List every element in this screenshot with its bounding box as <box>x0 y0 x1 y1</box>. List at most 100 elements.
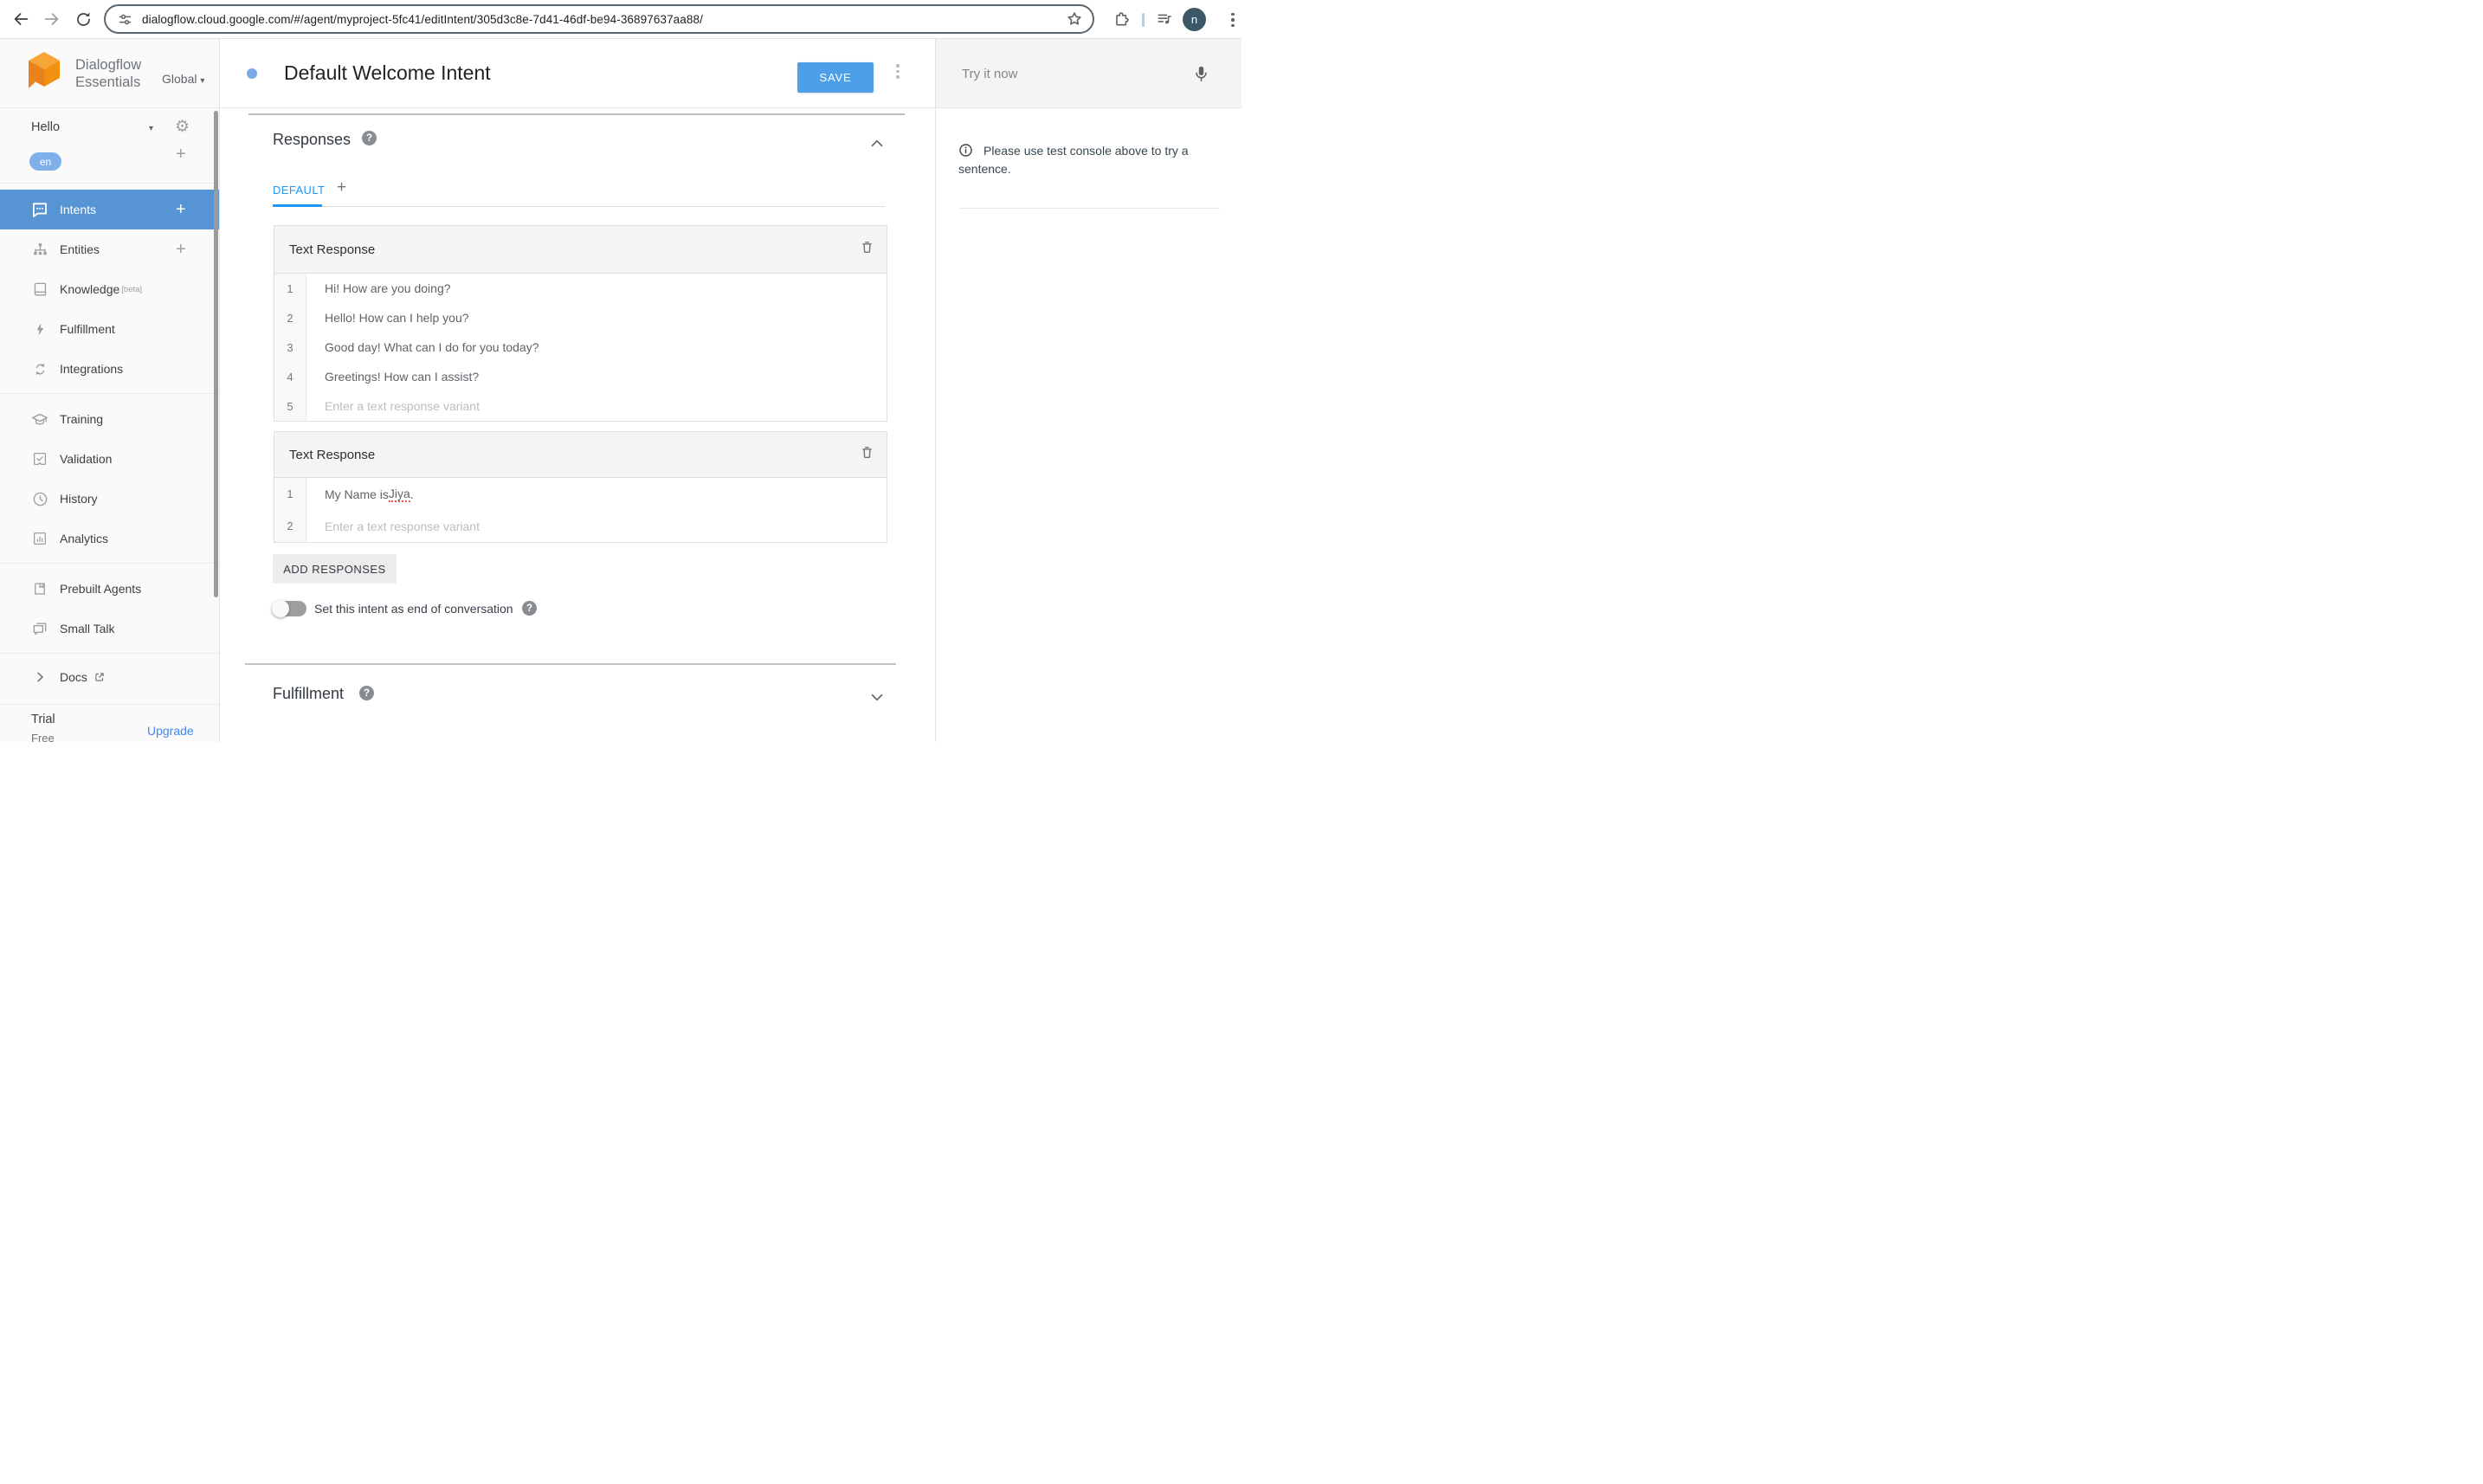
add-entity-icon[interactable]: + <box>176 240 186 260</box>
test-console-header: Try it now <box>936 39 1242 108</box>
text-response-card: Text Response 1 Hi! How are you doing? 2… <box>274 225 887 422</box>
chat-bubble-icon <box>31 201 48 218</box>
dialogflow-logo-icon <box>29 52 60 88</box>
text-response-row[interactable]: 3 Good day! What can I do for you today? <box>274 332 887 362</box>
avatar-letter: n <box>1190 13 1198 26</box>
intent-header: Default Welcome Intent SAVE <box>221 39 935 108</box>
external-link-icon <box>94 671 106 683</box>
bookmark-star-icon[interactable] <box>1066 10 1083 28</box>
intent-status-dot <box>247 68 257 79</box>
lightning-bolt-icon <box>31 320 48 338</box>
collapse-section-icon[interactable] <box>867 134 887 158</box>
sidebar-item-validation[interactable]: Validation <box>0 439 219 479</box>
sidebar-item-entities[interactable]: Entities + <box>0 229 219 269</box>
row-number: 1 <box>274 478 306 510</box>
text-response-row[interactable]: 4 Greetings! How can I assist? <box>274 362 887 391</box>
browser-menu-icon[interactable] <box>1222 10 1243 30</box>
upgrade-link[interactable]: Upgrade <box>147 724 194 738</box>
try-it-now-input[interactable]: Try it now <box>962 67 1017 81</box>
text-response-card-header: Text Response <box>274 432 887 478</box>
language-code: en <box>39 155 52 168</box>
text-response-row[interactable]: 2 Hello! How can I help you? <box>274 303 887 332</box>
language-badge[interactable]: en <box>29 152 61 171</box>
sidebar-item-label: Analytics <box>60 532 109 545</box>
extensions-icon[interactable] <box>1111 9 1132 29</box>
expand-section-icon[interactable] <box>867 687 887 711</box>
agent-selector[interactable]: Hello <box>31 120 60 134</box>
check-box-icon <box>31 450 48 468</box>
sidebar-scrollbar[interactable] <box>214 111 218 597</box>
text-response-row[interactable]: 2 Enter a text response variant <box>274 510 887 542</box>
add-intent-icon[interactable]: + <box>176 200 186 220</box>
end-of-conversation-toggle[interactable] <box>272 600 306 617</box>
site-settings-icon[interactable] <box>117 11 133 28</box>
row-input-placeholder[interactable]: Enter a text response variant <box>306 510 887 542</box>
beta-badge: [beta] <box>121 284 143 294</box>
text-response-row[interactable]: 5 Enter a text response variant <box>274 391 887 421</box>
row-number: 5 <box>274 391 306 421</box>
avatar[interactable]: n <box>1183 8 1206 31</box>
media-controls-icon[interactable] <box>1154 9 1175 29</box>
agent-chevron-down-icon[interactable]: ▾ <box>149 124 153 133</box>
sidebar-item-docs[interactable]: Docs <box>0 657 219 697</box>
forward-icon[interactable] <box>42 9 62 29</box>
row-input-placeholder[interactable]: Enter a text response variant <box>306 391 887 421</box>
sidebar-item-integrations[interactable]: Integrations <box>0 349 219 389</box>
sidebar-item-training[interactable]: Training <box>0 399 219 439</box>
tab-default[interactable]: DEFAULT <box>273 184 325 197</box>
brand-line2: Essentials <box>75 74 141 90</box>
delete-card-icon[interactable] <box>860 444 874 465</box>
sidebar-item-analytics[interactable]: Analytics <box>0 519 219 558</box>
book-icon <box>31 281 48 298</box>
sidebar-item-fulfillment[interactable]: Fulfillment <box>0 309 219 349</box>
divider <box>245 663 896 665</box>
misspelled-word: Jiya <box>388 486 410 502</box>
reload-icon[interactable] <box>73 9 94 29</box>
fulfillment-help-icon[interactable]: ? <box>359 686 374 700</box>
row-text[interactable]: My Name is Jiya. <box>306 478 887 510</box>
text-response-card-header: Text Response <box>274 226 887 274</box>
toggle-help-icon[interactable]: ? <box>522 601 537 616</box>
save-button[interactable]: SAVE <box>797 62 874 93</box>
sidebar-item-small-talk[interactable]: Small Talk <box>0 609 219 648</box>
row-text-part: . <box>410 487 414 501</box>
fulfillment-section-title: Fulfillment <box>273 685 345 702</box>
text-response-row[interactable]: 1 My Name is Jiya. <box>274 478 887 510</box>
address-bar[interactable]: dialogflow.cloud.google.com/#/agent/mypr… <box>104 4 1094 34</box>
row-text[interactable]: Greetings! How can I assist? <box>306 362 887 391</box>
chat-bubbles-icon <box>31 620 48 637</box>
text-response-row[interactable]: 1 Hi! How are you doing? <box>274 274 887 303</box>
add-response-tab-icon[interactable]: + <box>337 178 346 197</box>
sidebar-item-knowledge[interactable]: Knowledge [beta] <box>0 269 219 309</box>
url-text[interactable]: dialogflow.cloud.google.com/#/agent/mypr… <box>142 13 703 26</box>
card-title: Text Response <box>289 447 376 462</box>
add-language-icon[interactable]: + <box>176 145 186 165</box>
intent-menu-icon[interactable] <box>896 64 900 79</box>
brand-title: Dialogflow Essentials <box>75 56 141 91</box>
row-number: 1 <box>274 274 306 303</box>
agent-settings-gear-icon[interactable]: ⚙ <box>175 117 190 137</box>
sidebar-item-intents[interactable]: Intents + <box>0 190 219 229</box>
sidebar: Dialogflow Essentials Global ▾ Hello ▾ ⚙… <box>0 39 220 745</box>
text-response-card: Text Response 1 My Name is Jiya. 2 Enter… <box>274 431 887 543</box>
microphone-icon[interactable] <box>1192 64 1210 87</box>
sidebar-item-prebuilt-agents[interactable]: Prebuilt Agents <box>0 569 219 609</box>
add-responses-button[interactable]: ADD RESPONSES <box>273 554 397 584</box>
test-console-panel: Try it now Please use test console above… <box>935 39 1242 742</box>
toolbar-divider <box>1142 13 1145 27</box>
row-text[interactable]: Hello! How can I help you? <box>306 303 887 332</box>
divider <box>0 563 219 564</box>
delete-card-icon[interactable] <box>860 239 874 260</box>
responses-section-title: Responses <box>273 131 351 148</box>
region-selector[interactable]: Global ▾ <box>162 72 204 86</box>
row-text[interactable]: Good day! What can I do for you today? <box>306 332 887 362</box>
toggle-label: Set this intent as end of conversation <box>314 602 513 616</box>
sidebar-item-label: Intents <box>60 203 97 216</box>
sidebar-item-history[interactable]: History <box>0 479 219 519</box>
responses-help-icon[interactable]: ? <box>362 131 377 145</box>
sidebar-item-label: Integrations <box>60 362 124 376</box>
sidebar-item-label: Validation <box>60 452 113 466</box>
sidebar-item-label: Small Talk <box>60 622 115 636</box>
row-text[interactable]: Hi! How are you doing? <box>306 274 887 303</box>
back-icon[interactable] <box>10 9 31 29</box>
